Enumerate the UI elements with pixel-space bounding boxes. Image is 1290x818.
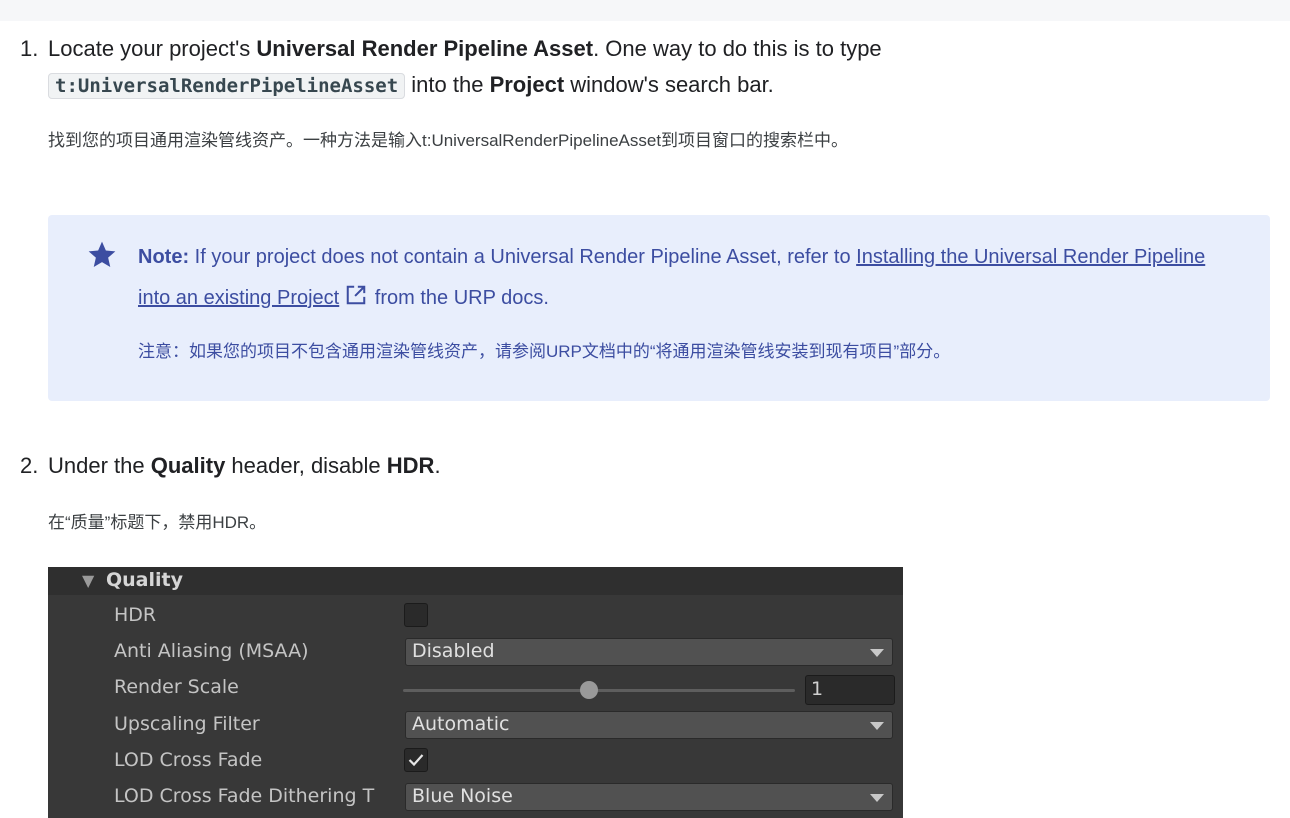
step-1-bold-project: Project	[489, 72, 565, 97]
upscaling-filter-dropdown[interactable]: Automatic	[405, 711, 893, 739]
step-2: 2. Under the Quality header, disable HDR.	[20, 448, 1220, 484]
lod-dithering-label: LOD Cross Fade Dithering T	[114, 785, 375, 807]
step-1-number: 1.	[20, 36, 39, 61]
hdr-row: HDR	[48, 599, 903, 635]
render-scale-row: Render Scale 1	[48, 671, 903, 707]
external-link-icon[interactable]	[345, 284, 367, 306]
step-2-text-3: .	[434, 453, 441, 478]
step-1-text-4: window's search bar.	[564, 72, 774, 97]
dropdown-arrow-icon	[870, 722, 884, 730]
render-scale-slider-knob[interactable]	[580, 681, 598, 699]
quality-foldout-header[interactable]: ▼ Quality	[48, 567, 903, 595]
step-2-translation: 在“质量”标题下，禁用HDR。	[48, 513, 267, 532]
step-2-text: Under the	[48, 453, 151, 478]
lod-dithering-value: Blue Noise	[412, 785, 513, 807]
dropdown-arrow-icon	[870, 794, 884, 802]
note-translation: 注意：如果您的项目不包含通用渲染管线资产，请参阅URP文档中的“将通用渲染管线安…	[138, 342, 951, 361]
lod-dithering-row: LOD Cross Fade Dithering T Blue Noise	[48, 780, 903, 816]
step-1-text-2: . One way to do this is to type	[593, 36, 882, 61]
step-2-number: 2.	[20, 453, 39, 478]
lod-cross-fade-checkbox[interactable]	[404, 748, 428, 772]
step-2-text-2: header, disable	[225, 453, 387, 478]
step-2-bold-quality: Quality	[150, 453, 226, 478]
quality-settings-panel: ▼ Quality HDR Anti Aliasing (MSAA) Disab…	[48, 567, 903, 818]
note-body: If your project does not contain a Unive…	[189, 246, 857, 268]
note-callout: Note: If your project does not contain a…	[48, 215, 1270, 401]
step-1-text-3: into the	[405, 72, 490, 97]
lod-cross-fade-row: LOD Cross Fade	[48, 744, 903, 780]
top-bar	[0, 0, 1290, 21]
step-2-bold-hdr: HDR	[386, 453, 435, 478]
step-1: 1. Locate your project's Universal Render…	[20, 31, 1220, 104]
render-scale-slider-track[interactable]	[403, 689, 795, 692]
upscaling-filter-value: Automatic	[412, 713, 510, 735]
quality-header-title: Quality	[106, 569, 183, 591]
step-1-translation: 找到您的项目通用渲染管线资产。一种方法是输入t:UniversalRenderP…	[48, 131, 849, 150]
dropdown-arrow-icon	[870, 649, 884, 657]
upscaling-filter-row: Upscaling Filter Automatic	[48, 708, 903, 744]
foldout-triangle-icon[interactable]: ▼	[82, 571, 94, 590]
msaa-dropdown[interactable]: Disabled	[405, 638, 893, 666]
lod-cross-fade-label: LOD Cross Fade	[114, 749, 263, 771]
upscaling-filter-label: Upscaling Filter	[114, 713, 260, 735]
msaa-label: Anti Aliasing (MSAA)	[114, 640, 309, 662]
checkmark-icon	[408, 754, 424, 767]
hdr-label: HDR	[114, 604, 157, 626]
msaa-value: Disabled	[412, 640, 495, 662]
note-body-2: from the URP docs.	[374, 287, 549, 309]
render-scale-field[interactable]: 1	[805, 675, 895, 705]
step-1-bold-asset: Universal Render Pipeline Asset	[256, 36, 594, 61]
hdr-checkbox[interactable]	[404, 603, 428, 627]
note-text: Note: If your project does not contain a…	[138, 237, 1208, 319]
render-scale-label: Render Scale	[114, 676, 239, 698]
render-scale-value: 1	[811, 678, 824, 700]
step-1-text: Locate your project's	[48, 36, 257, 61]
note-label: Note:	[138, 246, 190, 268]
msaa-row: Anti Aliasing (MSAA) Disabled	[48, 635, 903, 671]
search-query-code: t:UniversalRenderPipelineAsset	[48, 73, 406, 99]
star-icon	[88, 241, 116, 267]
lod-dithering-dropdown[interactable]: Blue Noise	[405, 783, 893, 811]
